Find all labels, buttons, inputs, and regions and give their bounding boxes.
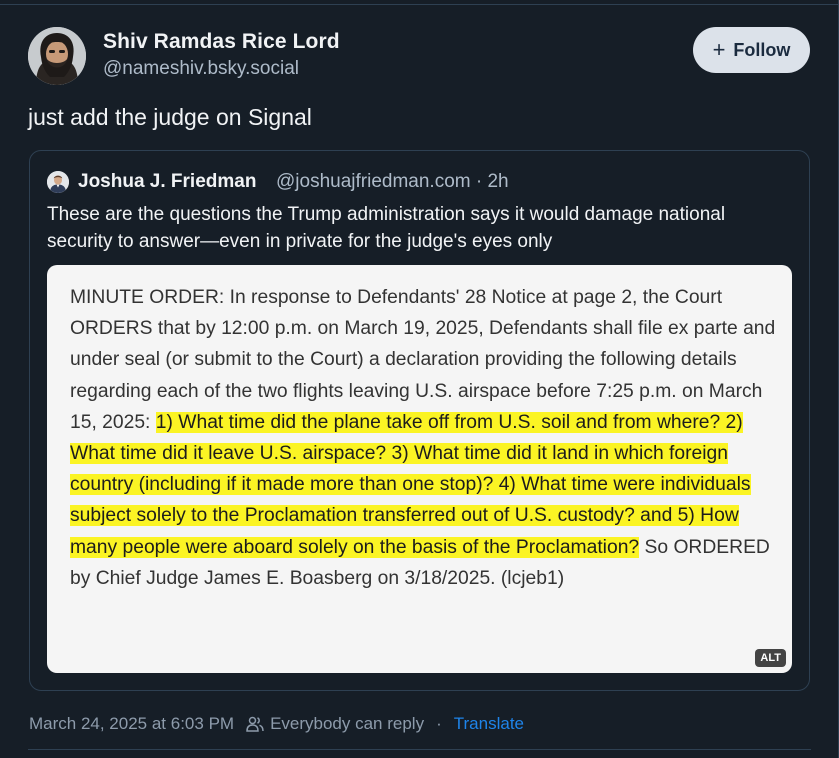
alt-badge[interactable]: ALT [755, 649, 786, 667]
follow-label: Follow [733, 39, 791, 60]
follow-button[interactable]: + Follow [693, 27, 810, 73]
reply-setting[interactable]: Everybody can reply [234, 714, 424, 734]
quote-author-handle[interactable]: @joshuajfriedman.com [276, 171, 471, 192]
quote-author-avatar[interactable] [47, 171, 69, 193]
post-card: Shiv Ramdas Rice Lord @nameshiv.bsky.soc… [0, 0, 839, 758]
post-timestamp[interactable]: March 24, 2025 at 6:03 PM [29, 714, 234, 734]
bottom-divider [28, 749, 811, 750]
image-text: MINUTE ORDER: In response to Defendants'… [70, 282, 780, 594]
quote-meta: @joshuajfriedman.com · 2h [276, 171, 509, 193]
author-avatar[interactable] [28, 27, 86, 85]
post-footer: March 24, 2025 at 6:03 PM Everybody can … [29, 714, 524, 734]
image-text-intro: MINUTE ORDER: In response to Defendants'… [70, 287, 776, 433]
author-handle[interactable]: @nameshiv.bsky.social [103, 58, 299, 80]
top-divider [0, 4, 839, 5]
quote-timestamp[interactable]: 2h [487, 171, 508, 192]
reply-setting-label: Everybody can reply [270, 714, 425, 733]
people-icon [246, 716, 264, 732]
meta-separator: · [475, 171, 483, 192]
quoted-post[interactable]: Joshua J. Friedman @joshuajfriedman.com … [29, 150, 810, 691]
quote-image[interactable]: MINUTE ORDER: In response to Defendants'… [47, 265, 792, 673]
plus-icon: + [712, 37, 726, 62]
quote-text: These are the questions the Trump admini… [47, 204, 726, 252]
quote-author-name[interactable]: Joshua J. Friedman [78, 171, 256, 193]
footer-separator: · [436, 714, 442, 733]
post-text: just add the judge on Signal [28, 104, 312, 130]
author-name[interactable]: Shiv Ramdas Rice Lord [103, 30, 340, 54]
translate-link[interactable]: Translate [454, 714, 524, 734]
